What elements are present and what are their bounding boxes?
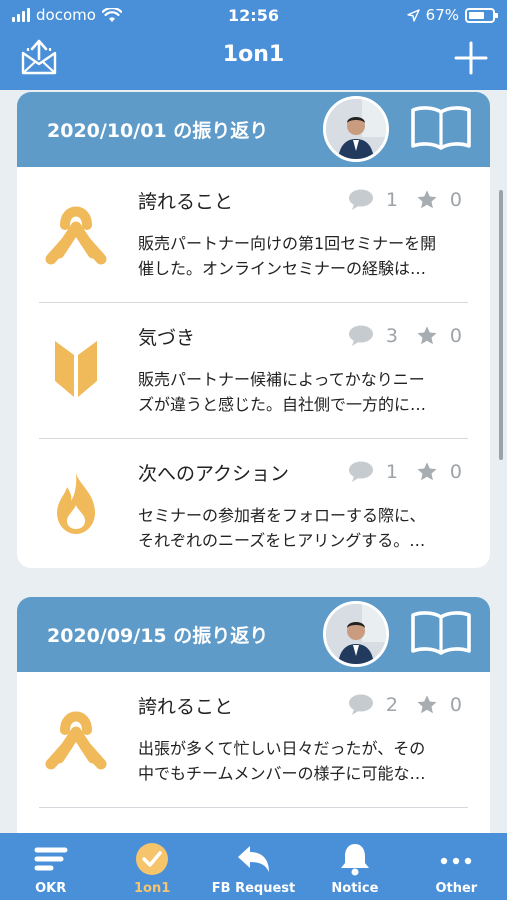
review-date-title: 2020/10/01 の振り返り [47, 120, 269, 142]
book-icon[interactable] [409, 609, 473, 657]
entry-stats: 3 0 [348, 325, 462, 347]
entry-stats: 1 0 [348, 189, 462, 211]
entry-title: 次へのアクション [138, 463, 290, 485]
entry-body: 販売パートナー候補によってかなりニー ズが違うと感じた。自社側で一方的に… [138, 370, 427, 414]
battery-icon [465, 7, 498, 23]
tab-fb-request[interactable]: FB Request [203, 833, 304, 900]
entry-body: 出張が多くて忙しい日々だったが、その 中でもチームメンバーの様子に可能な… [138, 739, 426, 783]
tab-okr[interactable]: OKR [0, 833, 101, 900]
check-circle-icon [136, 843, 169, 875]
flame-icon [57, 473, 95, 534]
plus-icon[interactable] [453, 40, 489, 76]
star-count: 0 [449, 694, 462, 716]
entry-title: 誇れること [138, 696, 234, 718]
tab-other[interactable]: Other [406, 833, 507, 900]
page-title: 1on1 [222, 42, 285, 67]
star-count: 0 [449, 461, 462, 483]
app-header: 1on1 [0, 30, 507, 90]
review-card[interactable]: 2020/09/15 の振り返り 誇れること 2 0 出張が多くて忙しい日々だっ… [17, 597, 490, 833]
star-icon [417, 462, 437, 481]
list-item[interactable]: 誇れること 1 0 販売パートナー向けの第1回セミナーを開 催した。オンラインセ… [39, 167, 468, 303]
okr-lines-icon [34, 847, 68, 871]
comment-count: 2 [385, 694, 398, 716]
comment-icon [348, 461, 373, 482]
list-item[interactable]: 気づき 3 0 販売パートナー候補によってかなりニー ズが違うと感じた。自社側で… [39, 303, 468, 439]
entry-stats: 2 0 [348, 694, 462, 716]
reply-arrow-icon [237, 846, 269, 872]
entry-title: 誇れること [138, 191, 234, 213]
tab-label: 1on1 [133, 881, 171, 896]
tab-label: OKR [35, 881, 67, 896]
comment-icon [348, 694, 373, 715]
comment-count: 1 [385, 461, 398, 483]
star-count: 0 [449, 325, 462, 347]
book-icon[interactable] [409, 104, 473, 152]
review-card-header: 2020/10/01 の振り返り [17, 92, 490, 167]
tab-bar: OKR 1on1 FB Request Notice Other [0, 833, 507, 900]
bell-icon [340, 844, 369, 876]
comment-icon [348, 189, 373, 210]
ribbon-icon [45, 711, 107, 770]
location-arrow-icon [406, 8, 420, 22]
entry-body: 販売パートナー向けの第1回セミナーを開 催した。オンラインセミナーの経験は… [138, 234, 437, 278]
list-item[interactable]: 誇れること 2 0 出張が多くて忙しい日々だったが、その 中でもチームメンバーの… [39, 672, 468, 808]
review-date-title: 2020/09/15 の振り返り [47, 625, 269, 647]
top-bar: docomo 12:56 67% 1on1 [0, 0, 507, 90]
avatar[interactable] [323, 601, 389, 667]
battery-percent: 67% [425, 6, 459, 24]
tab-label: Other [435, 881, 478, 896]
star-icon [417, 326, 437, 345]
tab-label: FB Request [211, 881, 296, 896]
review-list[interactable]: 2020/10/01 の振り返り 誇れること 1 0 販売パートナー向けの第1回… [0, 90, 507, 833]
more-dots-icon [441, 857, 472, 865]
scrollbar[interactable] [499, 190, 503, 460]
comment-count: 1 [385, 189, 398, 211]
tab-label: Notice [331, 881, 379, 896]
tab-1on1[interactable]: 1on1 [101, 833, 202, 900]
review-card[interactable]: 2020/10/01 の振り返り 誇れること 1 0 販売パートナー向けの第1回… [17, 92, 490, 568]
review-card-header: 2020/09/15 の振り返り [17, 597, 490, 672]
entry-title: 気づき [138, 327, 196, 349]
entry-body: セミナーの参加者をフォローする際に、 それぞれのニーズをヒアリングする。… [138, 506, 426, 550]
ribbon-icon [45, 206, 107, 265]
star-icon [417, 190, 437, 209]
comment-count: 3 [385, 325, 398, 347]
beginner-mark-icon [55, 341, 97, 397]
avatar[interactable] [323, 96, 389, 162]
entry-stats: 1 0 [348, 461, 462, 483]
star-icon [417, 695, 437, 714]
tab-notice[interactable]: Notice [304, 833, 405, 900]
status-bar: docomo 12:56 67% [0, 0, 507, 30]
comment-icon [348, 325, 373, 346]
list-item[interactable]: 次へのアクション 1 0 セミナーの参加者をフォローする際に、 それぞれのニーズ… [39, 439, 468, 568]
star-count: 0 [449, 189, 462, 211]
